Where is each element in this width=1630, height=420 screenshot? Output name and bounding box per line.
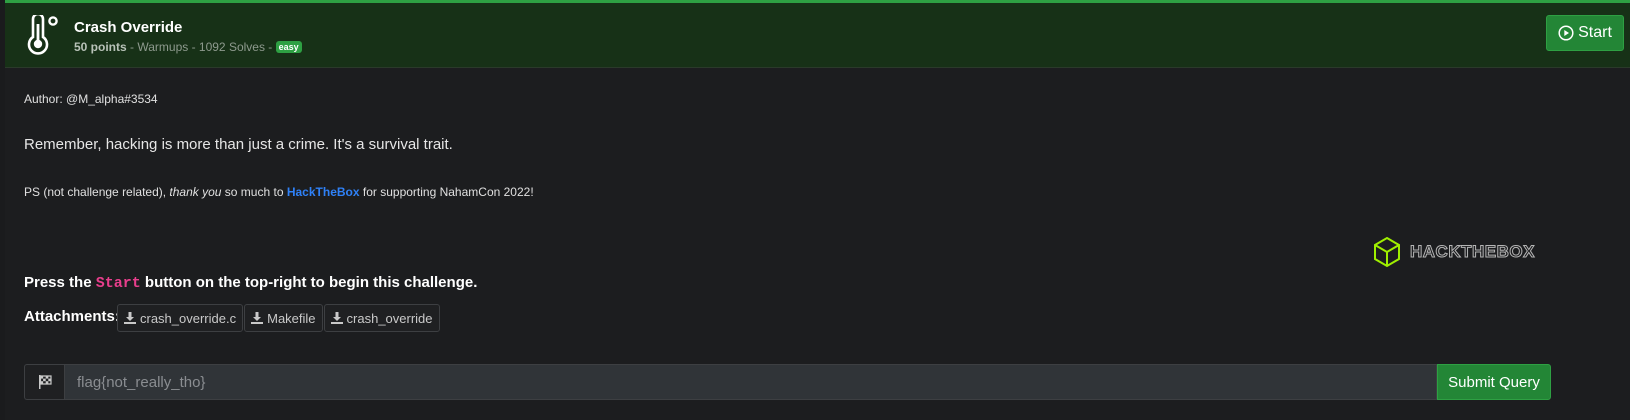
download-icon [330, 312, 343, 324]
submit-query-button[interactable]: Submit Query [1437, 364, 1551, 400]
cube-logo-icon [1374, 236, 1400, 268]
ps-prefix: PS (not challenge related), [24, 185, 170, 199]
instructions-prefix: Press the [24, 274, 96, 291]
challenge-meta: 50 points - Warmups - 1092 Solves - easy [74, 40, 302, 54]
attachment-button[interactable]: Makefile [244, 304, 323, 332]
instructions-suffix: button on the top-right to begin this ch… [140, 274, 478, 291]
attachments-label: Attachments: [24, 308, 120, 325]
checkered-flag-icon [38, 375, 52, 389]
hackthebox-link[interactable]: HackTheBox [287, 185, 360, 199]
attachment-button[interactable]: crash_override [323, 304, 440, 332]
hackthebox-logo-text: HACKTHEBOX [1410, 242, 1535, 262]
attachment-filename: crash_override.c [140, 310, 237, 326]
challenge-header: Crash Override 50 points - Warmups - 109… [5, 3, 1630, 68]
start-button[interactable]: Start [1546, 15, 1624, 51]
download-icon [251, 312, 264, 324]
instructions-code: Start [95, 275, 141, 292]
download-icon [124, 312, 136, 324]
attachments-list: crash_override.c Makefile crash_override [117, 304, 440, 332]
challenge-card: Crash Override 50 points - Warmups - 109… [5, 0, 1630, 420]
category-solves: - Warmups - 1092 Solves - [126, 40, 276, 54]
ps-italic: thank you [169, 185, 222, 199]
start-instructions: Press the Start button on the top-right … [24, 274, 477, 292]
points-value: 50 points [74, 40, 127, 54]
attachment-filename: Makefile [267, 310, 316, 326]
attachment-filename: crash_override [346, 310, 433, 326]
attachment-button[interactable]: crash_override.c [117, 304, 244, 332]
hackthebox-logo: HACKTHEBOX [1372, 236, 1544, 268]
flag-submit-form: Submit Query [24, 364, 1551, 400]
start-button-label: Start [1578, 24, 1612, 41]
thermometer-icon [27, 15, 58, 55]
challenge-title: Crash Override [74, 19, 183, 36]
sponsor-note: PS (not challenge related), thank you so… [24, 185, 534, 199]
ps-mid: so much to [221, 185, 287, 199]
flag-prepend [24, 364, 64, 400]
author-line: Author: @M_alpha#3534 [24, 92, 158, 106]
play-circle-icon [1558, 25, 1574, 41]
challenge-description: Remember, hacking is more than just a cr… [24, 136, 453, 153]
flag-input[interactable] [64, 364, 1437, 400]
difficulty-badge: easy [275, 41, 302, 53]
ps-suffix: for supporting NahamCon 2022! [359, 185, 534, 199]
